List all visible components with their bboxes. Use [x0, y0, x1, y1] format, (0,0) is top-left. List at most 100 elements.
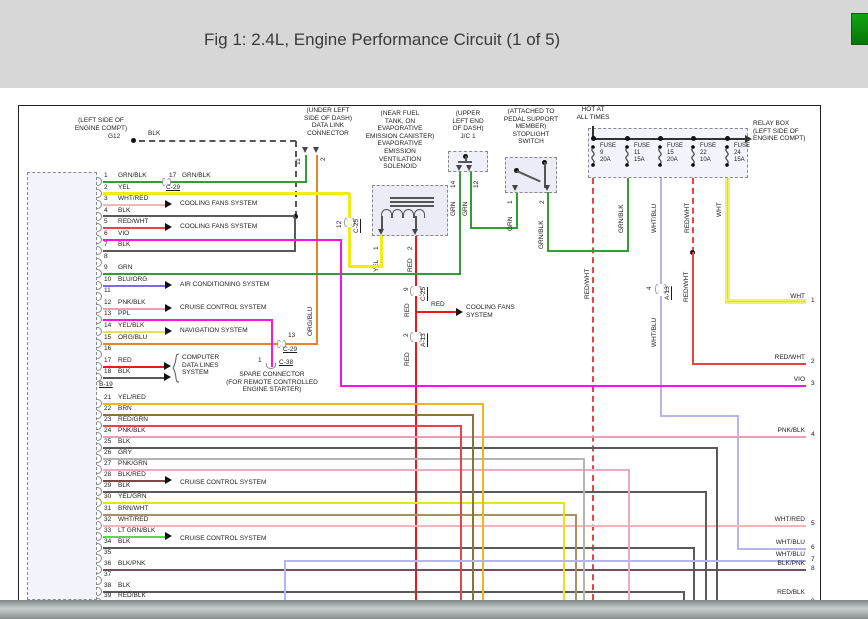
bus-arrow [745, 135, 752, 143]
wire-row3 [103, 204, 165, 206]
wire-blk-ground [295, 141, 297, 217]
row-num: 28 [104, 471, 112, 478]
wire-row23 [103, 425, 462, 427]
connector-c38: C-38 [279, 359, 294, 366]
bus-line [593, 138, 745, 140]
fuse-9-label: FUSE 9 20A [600, 143, 617, 163]
row-num: 38 [104, 582, 112, 589]
wire-row18 [103, 377, 164, 379]
wire-row32 [103, 525, 806, 527]
wire-row27 [103, 469, 630, 471]
right-pin-num: 6 [811, 544, 815, 551]
coil-loop [381, 209, 392, 218]
system-label: CRUISE CONTROL SYSTEM [180, 535, 267, 542]
wire-row6 [103, 239, 341, 241]
row-color: BLK [118, 438, 131, 445]
row-num: 13 [104, 310, 112, 317]
right-pin-label: WHT/RED [774, 516, 805, 523]
wire-label-redwht: RED/WHT [683, 271, 690, 302]
bus-junction-dot [691, 136, 696, 141]
fuse-11-label: FUSE 11 15A [634, 143, 651, 163]
row-num: 37 [104, 571, 112, 578]
wire-red [415, 296, 417, 332]
row-color: BLK [118, 482, 131, 489]
right-pin-num: 5 [811, 520, 815, 527]
row-color: YEL/GRN [118, 493, 147, 500]
row-num: 1 [104, 172, 108, 179]
wire-label-grn: GRN [450, 201, 457, 216]
row-num: 23 [104, 416, 112, 423]
wire-row12 [103, 308, 165, 310]
pin-arrow [544, 185, 550, 191]
row-color: BRN [118, 405, 132, 412]
fuse-22-label: FUSE 22 10A [700, 143, 717, 163]
row-num: 31 [104, 505, 112, 512]
wire-redwht-fuse22 [692, 178, 694, 253]
row-color: PNK/BLK [118, 427, 146, 434]
bus-junction-dot [591, 136, 596, 141]
connector-b19: B-19 [99, 381, 113, 388]
connector-c25: C-25 [353, 218, 360, 233]
row-num: 36 [104, 560, 112, 567]
arrow [164, 362, 171, 370]
row-num: 39 [104, 592, 112, 599]
row-color: LT GRN/BLK [118, 527, 156, 534]
wire-yel [348, 193, 351, 267]
row-num: 6 [104, 230, 108, 237]
solenoid-pin-1: 1 [373, 246, 380, 250]
coil-loop [403, 209, 414, 218]
row-num: 15 [104, 334, 112, 341]
right-pin-label: WHT/BLU [775, 539, 805, 546]
system-label: COOLING FANS SYSTEM [180, 223, 258, 230]
row-num: 9 [104, 264, 108, 271]
system-label: CRUISE CONTROL SYSTEM [180, 304, 267, 311]
jc1-line [458, 161, 472, 163]
wire-label-grn: GRN [507, 216, 514, 231]
fuse-symbol [691, 145, 695, 167]
wire-row22 [103, 414, 474, 416]
wire-row13 [103, 319, 273, 321]
wire-whtblu-down [284, 560, 286, 600]
row-num: 17 [104, 357, 112, 364]
row-num: 22 [104, 405, 112, 412]
row-num: 24 [104, 427, 112, 434]
pin-arrow [512, 185, 518, 191]
row-color: PNK/GRN [118, 460, 148, 467]
wire-row36 [103, 569, 806, 571]
arrow [165, 200, 172, 208]
wire-label-redwht: RED/WHT [684, 202, 691, 233]
bottom-status-band [0, 600, 868, 619]
wire-grn-jc1-12 [470, 172, 472, 229]
row-color: BLU/ORG [118, 276, 148, 283]
dlc-pin-2: 2 [320, 157, 327, 161]
wire-redwht-fuse22 [692, 252, 694, 365]
row-num: 3 [104, 195, 108, 202]
pin-arrow [378, 229, 384, 235]
wire-row4 [103, 215, 295, 217]
wire-label-red: RED [404, 303, 411, 317]
connector-c25: C-25 [420, 286, 427, 301]
switch-pin-1: 1 [507, 200, 514, 204]
wire-whtblu-pin6 [737, 548, 806, 550]
row-color: WHT/RED [118, 516, 149, 523]
row-color: RED/GRN [118, 416, 148, 423]
wiring-diagram-page: { "header": { "title": "Fig 1: 2.4L, Eng… [0, 0, 868, 619]
row-color: BLK [118, 241, 131, 248]
arrow [165, 327, 172, 335]
connector-wire: GRN/BLK [182, 172, 211, 179]
right-pin-label: PNK/BLK [777, 427, 805, 434]
row-color: BLK [118, 368, 131, 375]
wire-row7 [103, 250, 296, 252]
row-color: GRN/BLK [118, 172, 147, 179]
wire-grnblk-switch-2 [547, 192, 549, 252]
green-button[interactable] [851, 13, 868, 45]
row-num: 25 [104, 438, 112, 445]
fuse-symbol [725, 145, 729, 167]
row-num: 16 [104, 345, 112, 352]
wire-row1 [103, 181, 162, 183]
g12-wire-label: BLK [148, 130, 161, 137]
row-num: 21 [104, 394, 112, 401]
pin-arrow [313, 147, 319, 153]
row-num: 11 [104, 287, 111, 294]
row-color: ORG/BLU [118, 334, 148, 341]
